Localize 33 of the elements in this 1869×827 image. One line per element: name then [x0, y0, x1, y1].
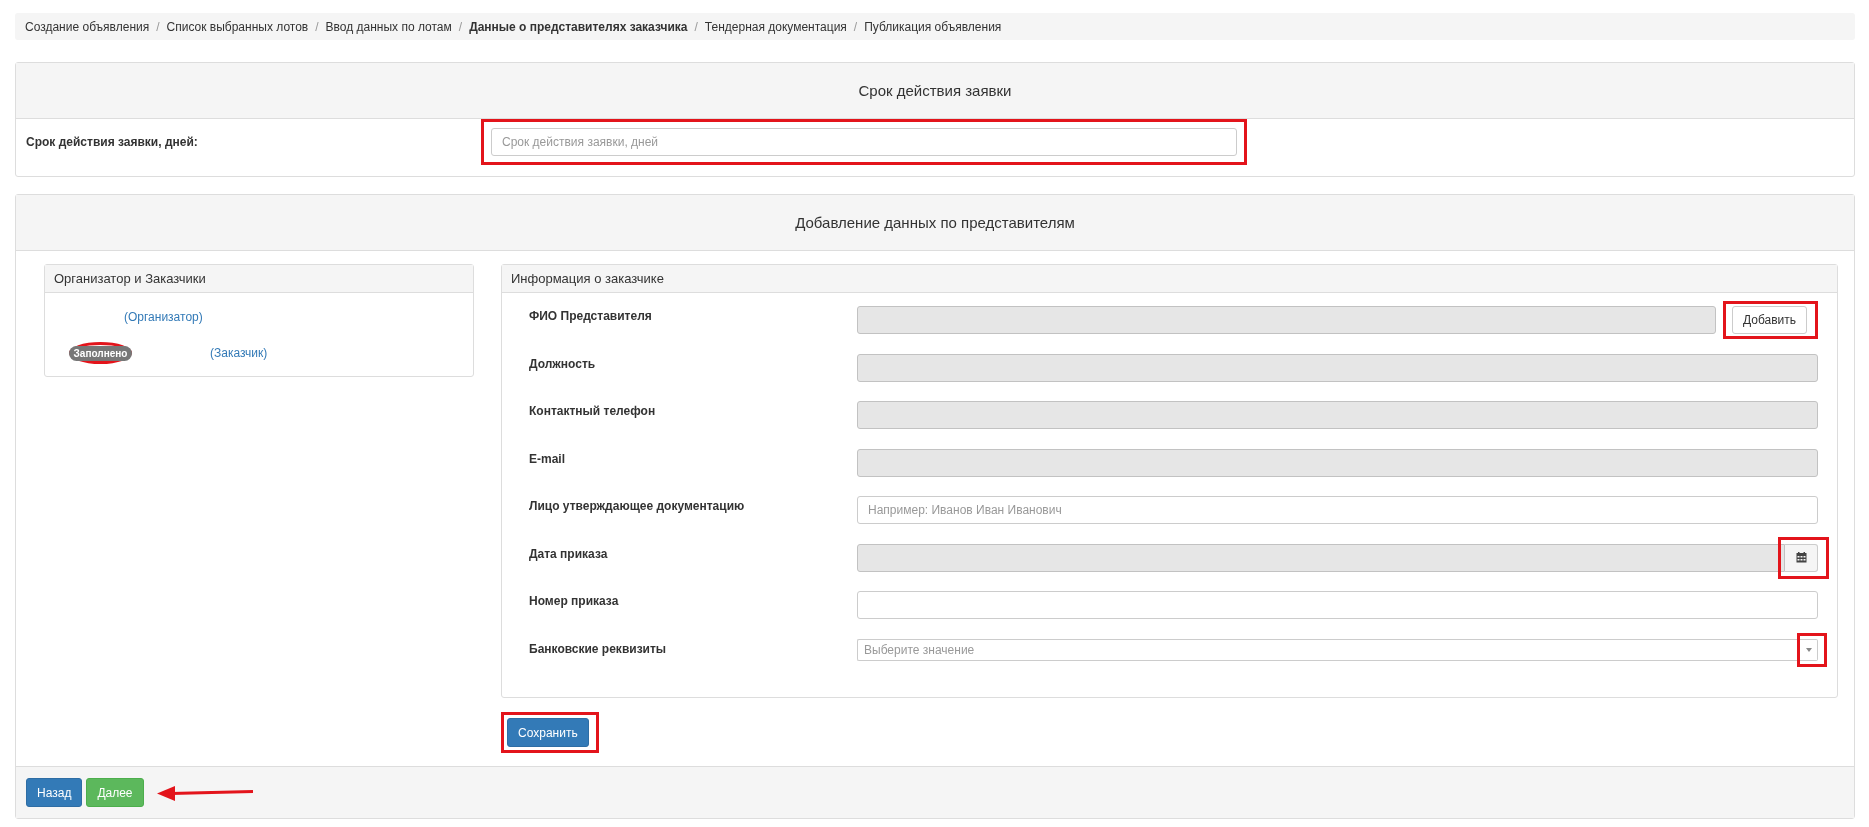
field-label: Банковские реквизиты [529, 641, 668, 656]
field-label: Номер приказа [529, 594, 620, 608]
field-label: ФИО Представителя [529, 309, 653, 323]
breadcrumb-separator: / [693, 19, 699, 34]
party-link[interactable]: (Заказчик) [210, 346, 268, 360]
breadcrumb-link[interactable]: Список выбранных лотов [166, 19, 309, 34]
input-field[interactable]: Срок действия заявки, дней [491, 128, 1237, 156]
panel-title: Срок действия заявки [16, 63, 1854, 119]
calendar-icon [1795, 552, 1807, 563]
input-field[interactable] [857, 591, 1818, 619]
field-label: Дата приказа [529, 546, 609, 561]
breadcrumb-separator: / [155, 19, 161, 34]
field-label: Срок действия заявки, дней: [26, 135, 199, 149]
breadcrumb-link[interactable]: Создание объявления [25, 19, 150, 34]
input-field[interactable]: Например: Иванов Иван Иванович [857, 496, 1818, 524]
field-label: Лицо утверждающее документацию [529, 499, 746, 513]
breadcrumb-separator: / [457, 19, 464, 34]
status-badge: Заполнено [68, 345, 133, 361]
field-label: E-mail [529, 451, 566, 466]
breadcrumb-link[interactable]: Ввод данных по лотам [325, 19, 452, 34]
panel-title: Добавление данных по представителям [16, 195, 1854, 251]
breadcrumb-link[interactable]: Публикация объявления [864, 19, 1002, 34]
breadcrumb-separator: / [852, 19, 859, 34]
party-link[interactable]: (Организатор) [124, 310, 203, 324]
panel-title: Информация о заказчике [502, 265, 1837, 293]
field-label: Контактный телефон [529, 404, 657, 418]
save-button[interactable]: Сохранить [507, 718, 589, 747]
field-label: Должность [529, 356, 597, 371]
breadcrumb-separator: / [314, 19, 320, 34]
panel-title: Организатор и Заказчики [45, 265, 473, 293]
breadcrumb-current: Данные о представителях заказчика [469, 19, 688, 34]
breadcrumb-link[interactable]: Тендерная документация [704, 19, 847, 34]
back-button[interactable]: Назад [26, 778, 83, 807]
